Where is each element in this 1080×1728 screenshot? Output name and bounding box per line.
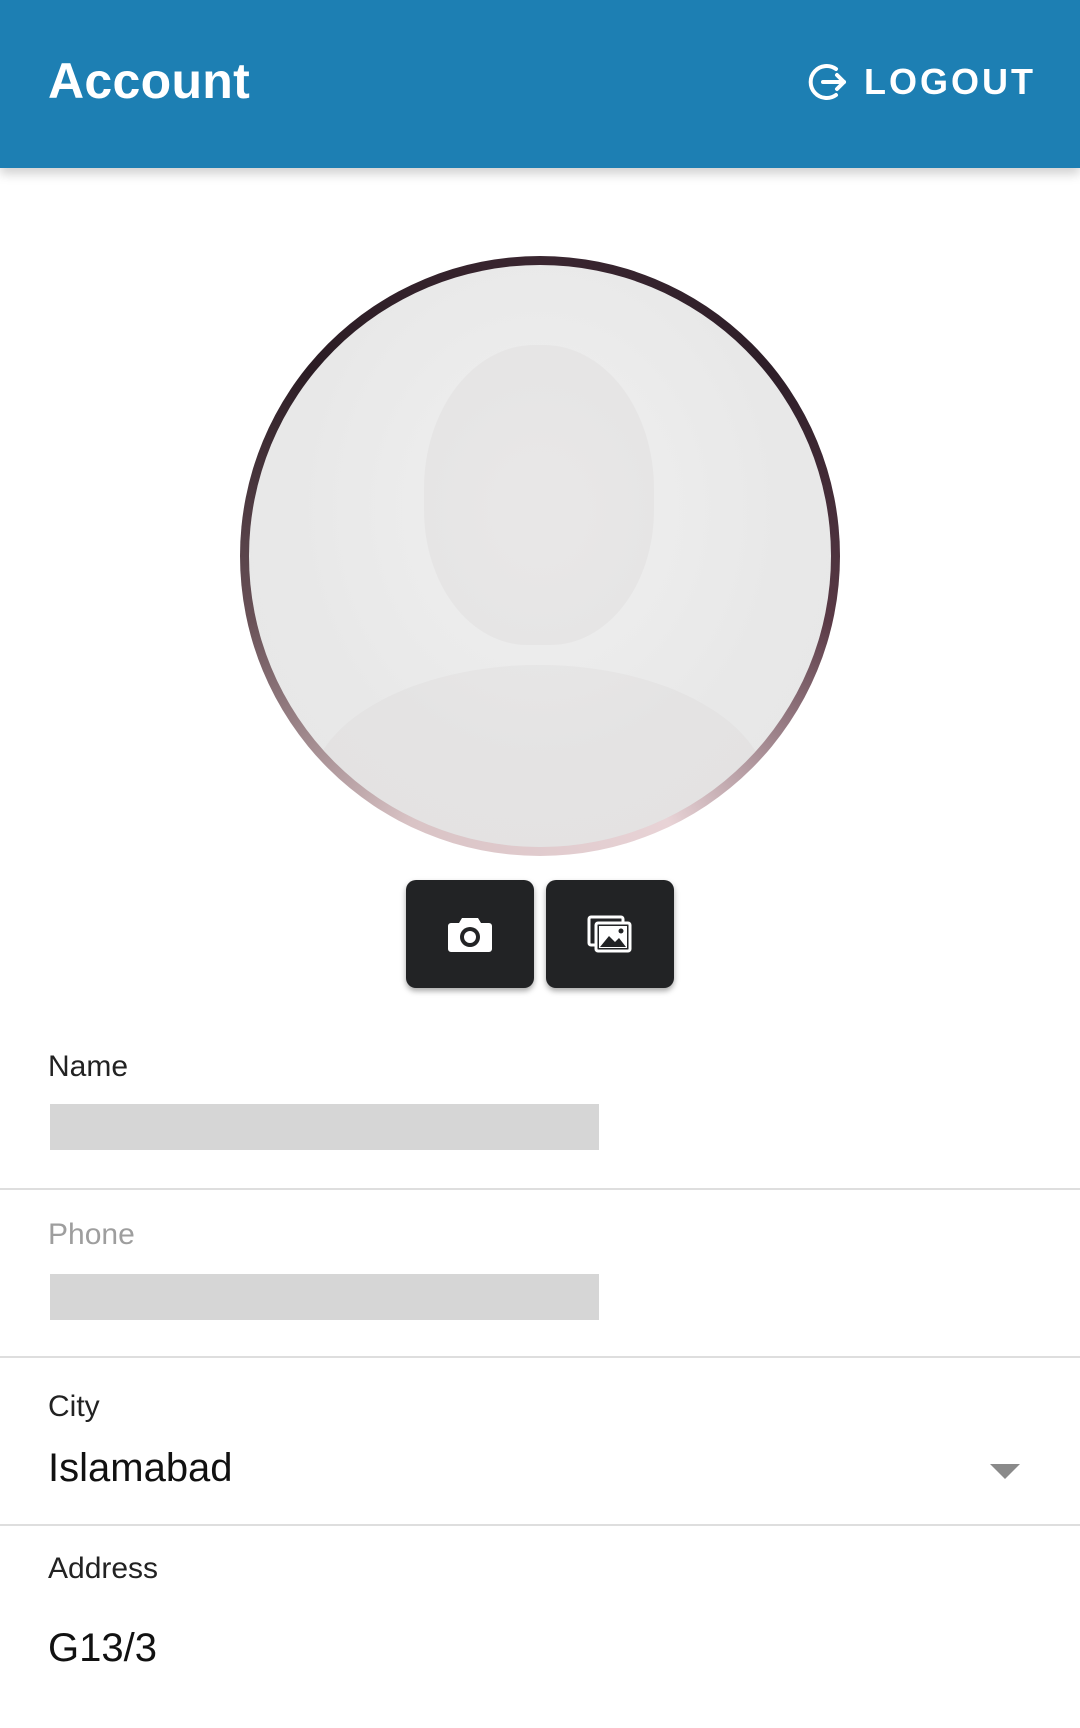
profile-avatar [240, 256, 840, 856]
page-title: Account [48, 53, 251, 109]
avatar-face [424, 345, 654, 645]
app-header: Account LOGOUT [0, 0, 1080, 168]
choose-gallery-button[interactable] [546, 880, 674, 988]
city-select[interactable]: City Islamabad [0, 1358, 1080, 1526]
city-value[interactable]: Islamabad [48, 1446, 233, 1491]
city-label: City [48, 1390, 100, 1423]
logout-icon [806, 60, 850, 104]
camera-icon [446, 914, 494, 954]
phone-value-redacted[interactable] [50, 1274, 599, 1320]
name-value-redacted[interactable] [50, 1104, 599, 1150]
avatar-shoulders [309, 665, 769, 847]
address-field[interactable]: Address G13/3 [0, 1526, 1080, 1726]
logout-button[interactable]: LOGOUT [806, 58, 1036, 106]
logout-label: LOGOUT [864, 61, 1036, 102]
address-label: Address [48, 1552, 159, 1585]
phone-label: Phone [48, 1218, 135, 1251]
address-value[interactable]: G13/3 [48, 1626, 157, 1671]
phone-field[interactable]: Phone [0, 1190, 1080, 1358]
profile-photo [249, 265, 831, 847]
name-field[interactable]: Name [0, 1030, 1080, 1190]
take-photo-button[interactable] [406, 880, 534, 988]
gallery-icon [587, 914, 633, 954]
name-label: Name [48, 1050, 129, 1083]
chevron-down-icon[interactable] [990, 1464, 1020, 1479]
